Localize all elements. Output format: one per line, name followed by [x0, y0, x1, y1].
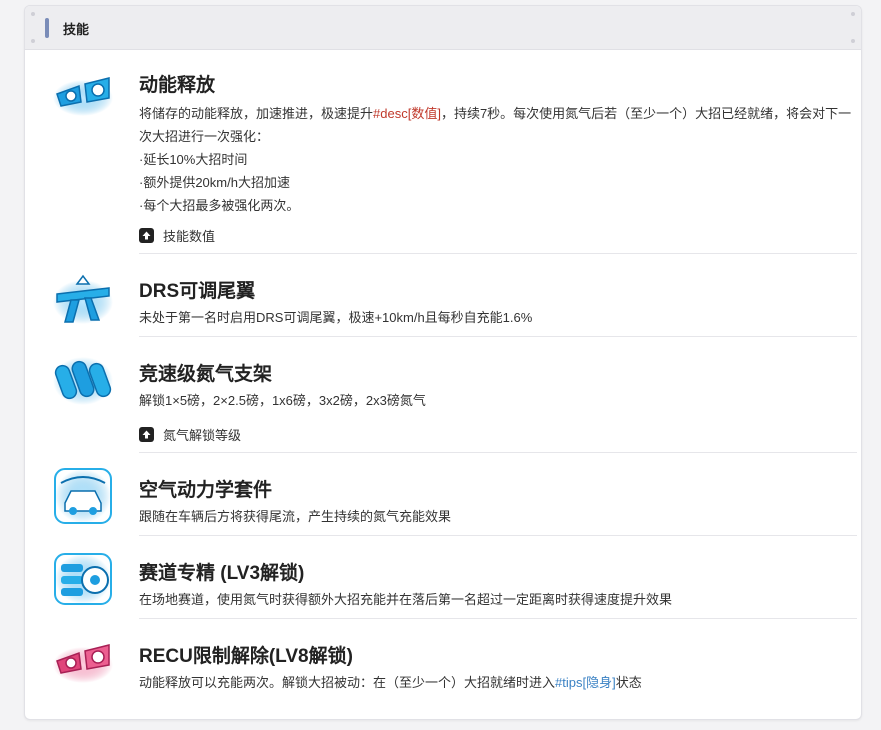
divider — [139, 336, 857, 337]
header-accent-bar — [45, 18, 49, 38]
nitro-unlock-toggle[interactable]: 氮气解锁等级 — [139, 425, 241, 444]
divider — [139, 452, 857, 453]
panel-title: 技能 — [63, 22, 90, 37]
corner-dot — [31, 39, 35, 43]
panel-header: 技能 — [25, 6, 861, 50]
desc-text: 状态 — [615, 675, 642, 690]
corner-dot — [31, 12, 35, 16]
divider — [139, 618, 857, 619]
skill-name: 空气动力学套件 — [139, 480, 273, 501]
skill-description: 动能释放可以充能两次。解锁大招被动：在（至少一个）大招就绪时进入#tips[隐身… — [139, 671, 857, 694]
bullet-item: ·延长10%大招时间 — [139, 152, 248, 167]
skill-name: 赛道专精 (LV3解锁) — [139, 563, 305, 584]
twin-thruster-icon — [53, 77, 113, 116]
skill-description: 在场地赛道，使用氮气时获得额外大招充能并在落后第一名超过一定距离时获得速度提升效… — [139, 592, 673, 607]
bullet-item: ·每个大招最多被强化两次。 — [139, 198, 300, 213]
corner-dot — [851, 39, 855, 43]
tire-icon — [54, 553, 112, 605]
expand-arrow-icon — [139, 228, 154, 243]
skill-values-toggle[interactable]: 技能数值 — [139, 226, 215, 245]
desc-text: 动能释放可以充能两次。解锁大招被动：在（至少一个）大招就绪时进入 — [139, 675, 556, 690]
toggle-label: 技能数值 — [163, 229, 216, 244]
rear-wing-icon — [53, 274, 113, 324]
nitro-tanks-icon — [53, 357, 113, 405]
expand-arrow-icon — [139, 427, 154, 442]
desc-value-placeholder: #desc[数值] — [373, 106, 441, 121]
skill-description: 跟随在车辆后方将获得尾流，产生持续的氮气充能效果 — [139, 509, 452, 524]
divider — [139, 535, 857, 536]
divider — [139, 253, 857, 254]
desc-tips-placeholder: #tips[隐身] — [555, 675, 616, 690]
bullet-item: ·额外提供20km/h大招加速 — [139, 175, 290, 190]
twin-thruster-red-icon — [53, 644, 113, 683]
skill-description: 解锁1×5磅，2×2.5磅，1x6磅，3x2磅，2x3磅氮气 — [139, 393, 426, 408]
toggle-label: 氮气解锁等级 — [163, 428, 242, 443]
aero-car-icon — [54, 468, 112, 524]
desc-text: 将储存的动能释放，加速推进，极速提升 — [139, 106, 374, 121]
skill-name: RECU限制解除(LV8解锁) — [139, 646, 353, 667]
skill-description: 将储存的动能释放，加速推进，极速提升#desc[数值]，持续7秒。每次使用氮气后… — [139, 102, 857, 217]
skill-name: 竞速级氮气支架 — [139, 364, 273, 385]
skill-description: 未处于第一名时启用DRS可调尾翼，极速+10km/h且每秒自充能1.6% — [139, 310, 533, 325]
skill-name: DRS可调尾翼 — [139, 281, 256, 302]
skill-name: 动能释放 — [139, 75, 216, 96]
corner-dot — [851, 12, 855, 16]
skills-panel: 技能 动能释放 将储存的动能释放，加速推进，极速提升#desc[数值]，持续7秒… — [24, 5, 862, 720]
